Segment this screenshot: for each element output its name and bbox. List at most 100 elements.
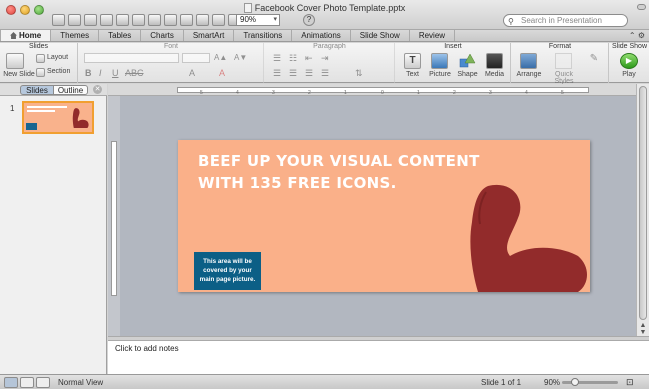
notes-pane[interactable]: Click to add notes: [108, 341, 649, 374]
save-icon[interactable]: [100, 14, 113, 26]
scroll-up-icon[interactable]: ▲: [638, 322, 648, 329]
slide-title-line-1: BEEF UP YOUR VISUAL CONTENT: [198, 152, 480, 170]
tab-home[interactable]: Home: [0, 30, 52, 41]
gear-icon[interactable]: ⚙: [638, 31, 645, 40]
font-color-icon[interactable]: A: [219, 68, 225, 78]
help-icon[interactable]: ?: [303, 14, 315, 26]
shrink-font-icon[interactable]: A▼: [234, 53, 247, 62]
text-button[interactable]: Text: [401, 71, 424, 78]
vertical-scrollbar[interactable]: ▲ ▼: [636, 84, 649, 336]
italic-icon[interactable]: I: [99, 68, 102, 78]
arrange-button[interactable]: Arrange: [514, 71, 544, 78]
align-left-icon[interactable]: ☰: [273, 68, 281, 79]
tab-animations[interactable]: Animations: [292, 30, 351, 41]
tab-themes[interactable]: Themes: [51, 30, 100, 41]
format-painter-icon[interactable]: [180, 14, 193, 26]
scroll-thumb[interactable]: [639, 86, 647, 320]
zoom-slider-knob[interactable]: [571, 378, 579, 386]
indent-icon[interactable]: ⇤: [305, 53, 313, 64]
font-size-select[interactable]: [182, 53, 210, 63]
align-center-icon[interactable]: ☰: [289, 68, 297, 79]
numbering-icon[interactable]: ☷: [289, 53, 297, 64]
tab-smartart[interactable]: SmartArt: [184, 30, 235, 41]
new-icon[interactable]: [52, 14, 65, 26]
section-button[interactable]: Section: [47, 68, 70, 75]
group-slide-show-label: Slide Show: [611, 43, 648, 50]
close-pane-icon[interactable]: ✕: [93, 85, 102, 94]
workspace: Slides Outline ✕ 1 5 4 3 2 1 0 1 2 3 4 5…: [0, 84, 649, 374]
document-icon: [243, 3, 252, 13]
print-icon[interactable]: [116, 14, 129, 26]
bold-icon[interactable]: B: [85, 68, 92, 78]
font-name-select[interactable]: [84, 53, 179, 63]
search-placeholder: Search in Presentation: [521, 16, 602, 25]
profile-picture-area[interactable]: This area will be covered by your main p…: [194, 252, 261, 290]
zoom-select[interactable]: 90%: [236, 14, 280, 26]
media-button[interactable]: Media: [482, 71, 507, 78]
scroll-down-icon[interactable]: ▼: [638, 329, 648, 336]
text-direction-icon[interactable]: ⇅: [355, 68, 363, 79]
open-icon[interactable]: [84, 14, 97, 26]
status-bar: Normal View Slide 1 of 1 90% ⊡: [0, 374, 649, 389]
new-slide-icon[interactable]: [6, 53, 24, 69]
search-icon: ⚲: [508, 17, 514, 26]
fit-window-icon[interactable]: ⊡: [626, 377, 634, 388]
thumbnail-arm-image: [72, 108, 89, 128]
templates-icon[interactable]: [68, 14, 81, 26]
tab-home-label: Home: [19, 31, 42, 40]
view-label: Normal View: [58, 378, 104, 387]
group-insert-label: Insert: [444, 43, 462, 50]
home-icon: [10, 32, 17, 39]
tab-review[interactable]: Review: [410, 30, 456, 41]
tab-outline[interactable]: Outline: [54, 85, 88, 95]
tab-slide-show[interactable]: Slide Show: [351, 30, 410, 41]
slide-canvas[interactable]: BEEF UP YOUR VISUAL CONTENT WITH 135 FRE…: [178, 140, 590, 292]
group-slides-label: Slides: [28, 43, 49, 50]
slide-thumbnail[interactable]: [22, 101, 94, 134]
align-right-icon[interactable]: ☰: [305, 68, 313, 79]
layout-icon: [36, 54, 45, 63]
slide-show-view-button[interactable]: [36, 377, 50, 388]
search-input[interactable]: ⚲ Search in Presentation: [503, 14, 628, 27]
flexed-arm-image[interactable]: [428, 184, 590, 292]
new-slide-button[interactable]: New Slide: [3, 71, 35, 78]
quick-styles-button[interactable]: Quick Styles: [545, 71, 583, 85]
tab-tables[interactable]: Tables: [99, 30, 142, 41]
bullets-icon[interactable]: ☰: [273, 53, 281, 64]
picture-button[interactable]: Picture: [427, 71, 453, 78]
thumbnail-title-line: [27, 106, 67, 108]
horizontal-ruler: 5 4 3 2 1 0 1 2 3 4 5: [108, 84, 649, 96]
group-paragraph-label: Paragraph: [313, 43, 346, 50]
document-title-text: Facebook Cover Photo Template.pptx: [254, 3, 406, 13]
normal-view-button[interactable]: [4, 377, 18, 388]
text-box-icon: T: [404, 53, 421, 69]
text-effects-icon[interactable]: A: [189, 68, 195, 78]
underline-icon[interactable]: U: [112, 68, 119, 78]
tab-charts[interactable]: Charts: [141, 30, 184, 41]
shape-button[interactable]: Shape: [455, 71, 480, 78]
group-format-label: Format: [548, 43, 572, 50]
shape-icon: [459, 53, 476, 69]
ruler-strip: 5 4 3 2 1 0 1 2 3 4 5: [177, 87, 589, 96]
grow-font-icon[interactable]: A▲: [214, 53, 227, 62]
redo-icon[interactable]: [212, 14, 225, 26]
cut-icon[interactable]: [132, 14, 145, 26]
slide-sorter-view-button[interactable]: [20, 377, 34, 388]
paste-icon[interactable]: [164, 14, 177, 26]
collapse-ribbon-icon[interactable]: ⌃: [629, 31, 636, 40]
undo-icon[interactable]: [196, 14, 209, 26]
copy-icon[interactable]: [148, 14, 161, 26]
thumbnail-number: 1: [10, 104, 15, 113]
justify-icon[interactable]: ☰: [321, 68, 329, 79]
shape-fill-icon[interactable]: ✎: [587, 53, 601, 69]
tab-slides[interactable]: Slides: [20, 85, 54, 95]
tab-transitions[interactable]: Transitions: [234, 30, 293, 41]
play-button[interactable]: Play: [618, 71, 640, 78]
standard-toolbar: [52, 14, 257, 26]
layout-button[interactable]: Layout: [47, 54, 68, 61]
outdent-icon[interactable]: ⇥: [321, 53, 329, 64]
profile-area-text-1: This area will be: [203, 258, 252, 265]
toolbar-toggle-button[interactable]: [637, 4, 646, 10]
group-font: Font A▲ A▼ B I U ABC A A: [79, 43, 264, 83]
strikethrough-icon[interactable]: ABC: [125, 68, 144, 78]
